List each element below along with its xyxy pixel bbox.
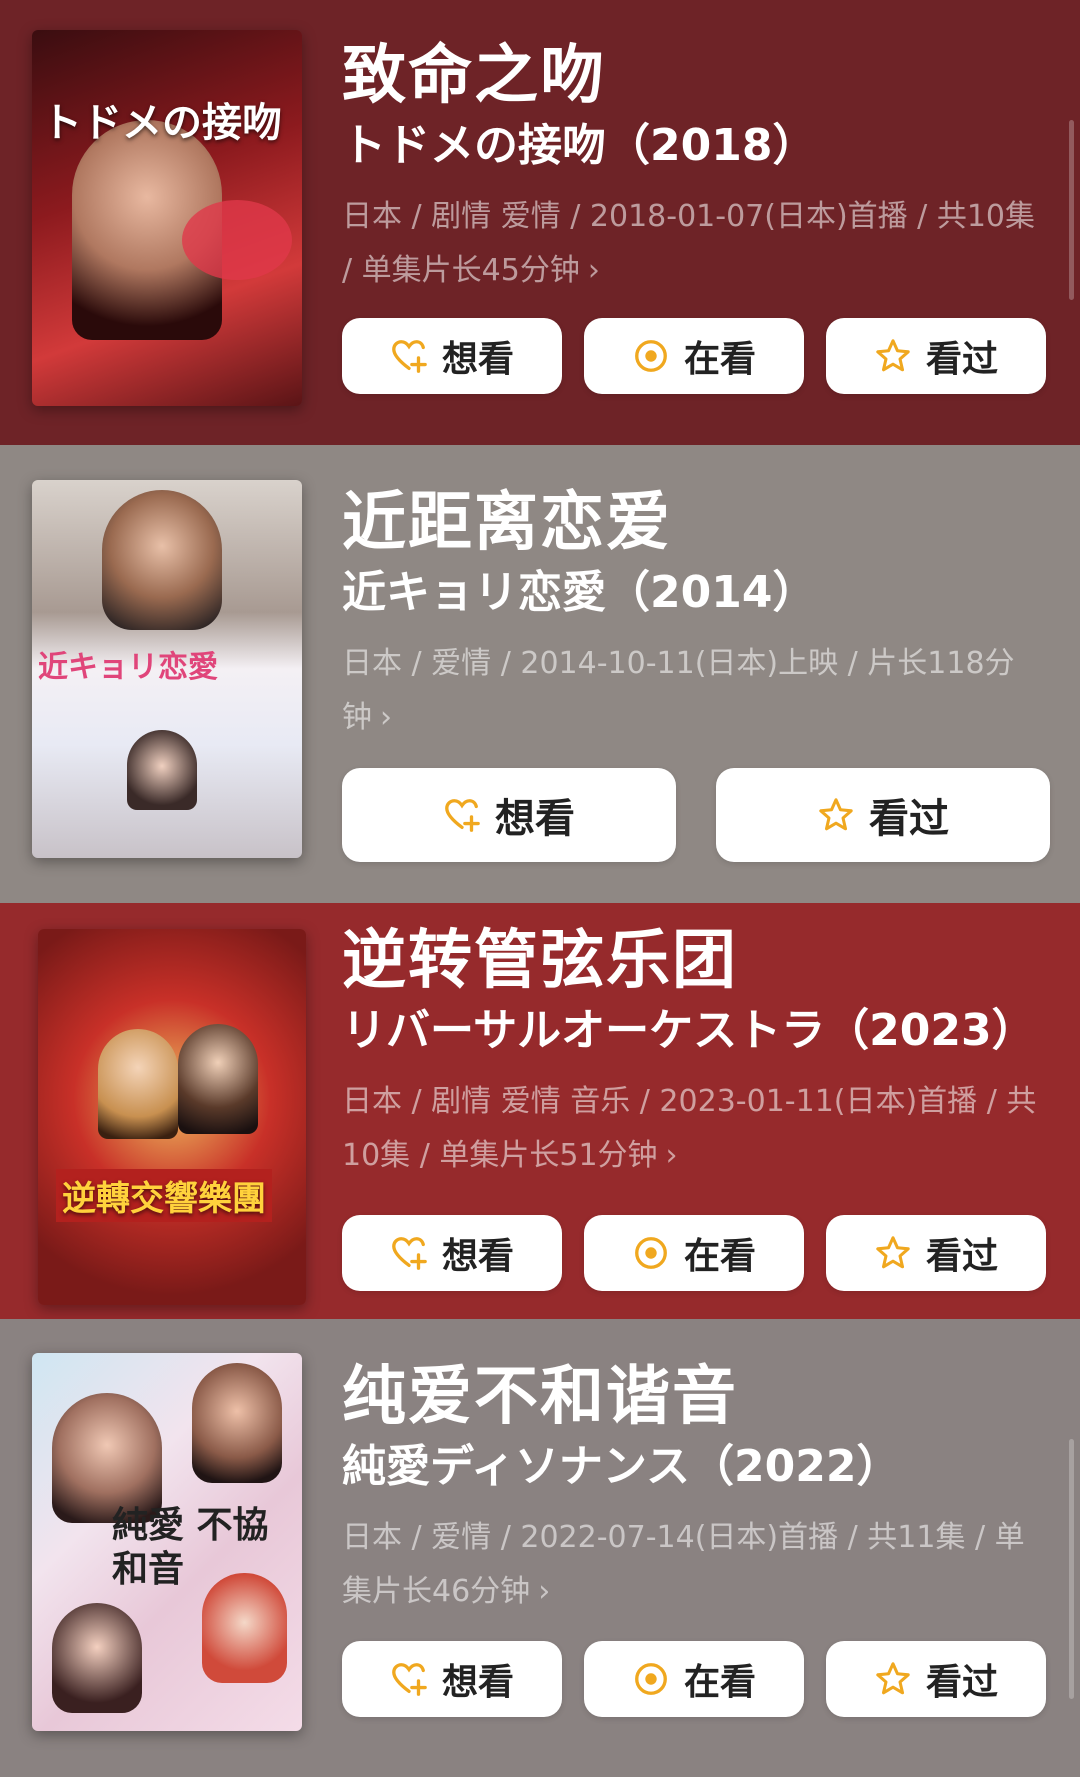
meta-info[interactable]: 日本 / 爱情 / 2014-10-11(日本)上映 / 片长118分钟 › <box>342 637 1048 745</box>
watched-button[interactable]: 看过 <box>826 318 1046 394</box>
scrollbar[interactable] <box>1069 1439 1074 1699</box>
title-chinese[interactable]: 纯爱不和谐音 <box>342 1359 1052 1435</box>
poster-figure <box>202 1573 287 1683</box>
poster-title-text: トドメの接吻 <box>42 99 282 146</box>
target-icon <box>635 1237 667 1269</box>
title-original: 近キョリ恋愛（2014） <box>342 567 817 618</box>
heart-plus-icon <box>445 799 480 832</box>
title-original: リバーサルオーケストラ（2023） <box>342 1005 1036 1056</box>
title-chinese[interactable]: 逆转管弦乐团 <box>342 923 1052 999</box>
watched-button[interactable]: 看过 <box>826 1215 1046 1291</box>
poster-image[interactable]: 逆轉交響樂團 <box>38 929 306 1305</box>
poster-figure <box>192 1363 282 1483</box>
list-item[interactable]: 逆轉交響樂團 逆转管弦乐团 リバーサルオーケストラ（2023） 日本 / 剧情 … <box>0 903 1080 1319</box>
target-icon <box>635 340 667 372</box>
watching-button[interactable]: 在看 <box>584 318 804 394</box>
list-item[interactable]: 純愛 不協和音 纯爱不和谐音 純愛ディソナンス（2022） 日本 / 爱情 / … <box>0 1319 1080 1777</box>
poster-image[interactable]: 純愛 不協和音 <box>32 1353 302 1731</box>
poster-title-text: 近キョリ恋愛 <box>38 650 218 685</box>
star-icon <box>819 798 853 831</box>
want-to-watch-button[interactable]: 想看 <box>342 1641 562 1717</box>
watching-button[interactable]: 在看 <box>584 1641 804 1717</box>
chevron-right-icon: › <box>538 1574 551 1609</box>
poster-red-lips <box>182 200 292 280</box>
poster-figure <box>102 490 222 630</box>
want-to-watch-button[interactable]: 想看 <box>342 768 676 862</box>
list-item[interactable]: トドメの接吻 致命之吻 トドメの接吻（2018） 日本 / 剧情 爱情 / 20… <box>0 0 1080 445</box>
poster-figure <box>52 1603 142 1713</box>
scrollbar[interactable] <box>1069 120 1074 300</box>
meta-info[interactable]: 日本 / 爱情 / 2022-07-14(日本)首播 / 共11集 / 单集片长… <box>342 1511 1048 1619</box>
meta-info[interactable]: 日本 / 剧情 爱情 / 2018-01-07(日本)首播 / 共10集 / 单… <box>342 190 1048 298</box>
star-icon <box>876 339 910 372</box>
watched-button[interactable]: 看过 <box>826 1641 1046 1717</box>
list-item[interactable]: 近キョリ恋愛 近距离恋爱 近キョリ恋愛（2014） 日本 / 爱情 / 2014… <box>0 445 1080 903</box>
poster-figure <box>127 730 197 810</box>
poster-figure <box>178 1024 258 1134</box>
watching-button[interactable]: 在看 <box>584 1215 804 1291</box>
heart-plus-icon <box>392 1663 427 1696</box>
poster-figure <box>98 1029 178 1139</box>
meta-info[interactable]: 日本 / 剧情 爱情 音乐 / 2023-01-11(日本)首播 / 共10集 … <box>342 1075 1048 1183</box>
chevron-right-icon: › <box>587 253 600 288</box>
want-to-watch-button[interactable]: 想看 <box>342 1215 562 1291</box>
target-icon <box>635 1663 667 1695</box>
title-original: 純愛ディソナンス（2022） <box>342 1441 901 1492</box>
poster-image[interactable]: 近キョリ恋愛 <box>32 480 302 858</box>
title-original: トドメの接吻（2018） <box>342 120 817 171</box>
title-chinese[interactable]: 近距离恋爱 <box>342 485 1052 561</box>
star-icon <box>876 1662 910 1695</box>
poster-title-text: 逆轉交響樂團 <box>56 1169 272 1222</box>
star-icon <box>876 1236 910 1269</box>
heart-plus-icon <box>392 1237 427 1270</box>
chevron-right-icon: › <box>380 700 392 735</box>
heart-plus-icon <box>392 340 427 373</box>
title-chinese[interactable]: 致命之吻 <box>342 38 1052 114</box>
watched-button[interactable]: 看过 <box>716 768 1050 862</box>
chevron-right-icon: › <box>665 1138 678 1173</box>
poster-image[interactable]: トドメの接吻 <box>32 30 302 406</box>
want-to-watch-button[interactable]: 想看 <box>342 318 562 394</box>
